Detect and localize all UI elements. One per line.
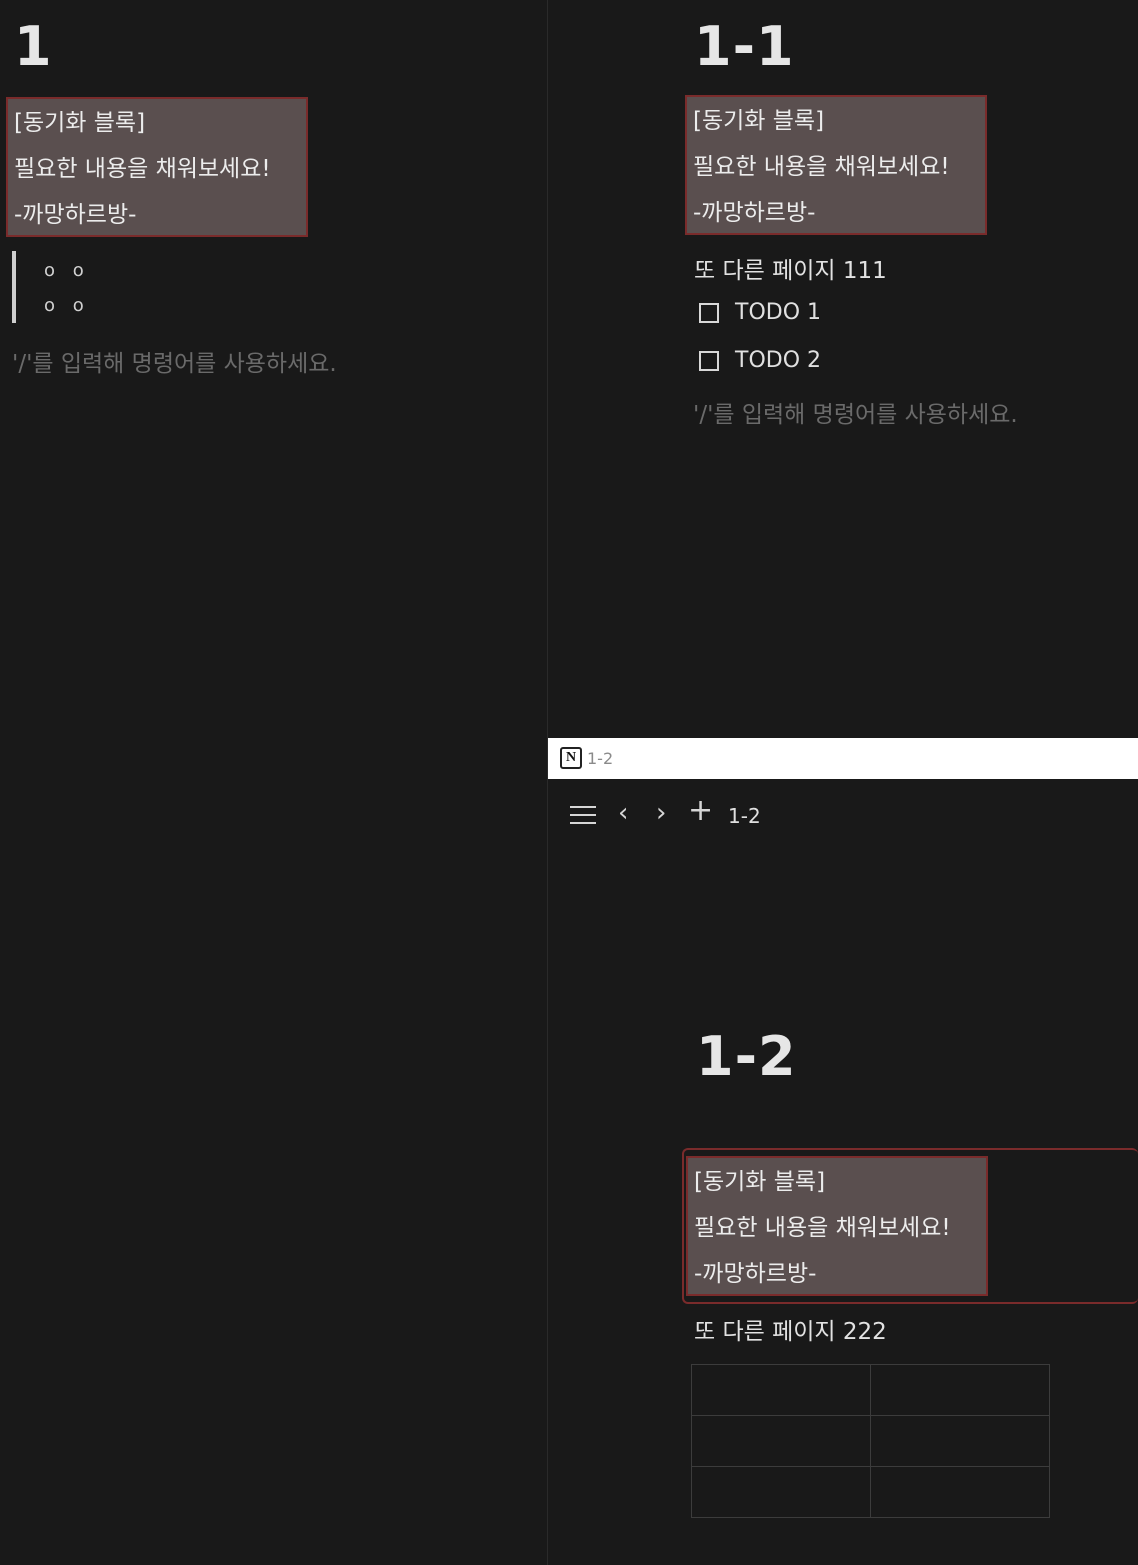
sync-block-line[interactable]: -까망하르방-	[694, 1254, 980, 1300]
checkbox[interactable]	[699, 302, 719, 323]
quote-text[interactable]: o o	[44, 262, 90, 280]
quote-bar	[12, 251, 16, 323]
checkbox[interactable]	[699, 350, 719, 371]
sync-block-line[interactable]: -까망하르방-	[693, 193, 979, 239]
todo-item[interactable]: TODO 1	[699, 300, 821, 325]
synced-block[interactable]: [동기화 블록] 필요한 내용을 채워보세요! -까망하르방-	[686, 1156, 988, 1296]
todo-label[interactable]: TODO 1	[735, 300, 821, 325]
plus-icon[interactable]: +	[688, 796, 713, 826]
sync-block-line[interactable]: [동기화 블록]	[693, 101, 979, 147]
command-placeholder[interactable]: '/'를 입력해 명령어를 사용하세요.	[12, 344, 337, 378]
window-titlebar[interactable]: N 1-2	[548, 738, 1138, 779]
chevron-left-icon[interactable]: ‹	[618, 800, 628, 826]
page-title[interactable]: 1	[14, 20, 53, 74]
chevron-right-icon[interactable]: ›	[656, 800, 666, 826]
breadcrumb[interactable]: 1-2	[728, 804, 761, 828]
table-cell[interactable]	[870, 1364, 1050, 1416]
synced-block[interactable]: [동기화 블록] 필요한 내용을 채워보세요! -까망하르방-	[6, 97, 308, 237]
sync-block-line[interactable]: [동기화 블록]	[14, 103, 300, 149]
notion-logo-icon: N	[560, 747, 582, 769]
table-cell[interactable]	[691, 1466, 871, 1518]
right-top-pane: 1-1 [동기화 블록] 필요한 내용을 채워보세요! -까망하르방- 또 다른…	[548, 0, 1138, 738]
sync-block-line[interactable]: [동기화 블록]	[694, 1162, 980, 1208]
simple-table[interactable]	[691, 1364, 1050, 1518]
todo-item[interactable]: TODO 2	[699, 348, 821, 373]
table-cell[interactable]	[870, 1466, 1050, 1518]
hamburger-menu-icon[interactable]	[570, 806, 596, 826]
right-bottom-pane: N 1-2 ‹ › + 1-2 1-2 [동기화 블록] 필요한 내용을 채워보…	[548, 738, 1138, 1565]
sync-block-line[interactable]: 필요한 내용을 채워보세요!	[694, 1208, 980, 1254]
table-row	[691, 1364, 1050, 1416]
command-placeholder[interactable]: '/'를 입력해 명령어를 사용하세요.	[693, 395, 1018, 429]
todo-label[interactable]: TODO 2	[735, 348, 821, 373]
synced-block[interactable]: [동기화 블록] 필요한 내용을 채워보세요! -까망하르방-	[685, 95, 987, 235]
left-pane: 1 [동기화 블록] 필요한 내용을 채워보세요! -까망하르방- o o o …	[0, 0, 547, 1565]
table-cell[interactable]	[691, 1364, 871, 1416]
sync-block-line[interactable]: -까망하르방-	[14, 195, 300, 241]
quote-text[interactable]: o o	[44, 297, 90, 315]
page-title[interactable]: 1-2	[696, 1030, 797, 1084]
text-block[interactable]: 또 다른 페이지 111	[694, 251, 887, 285]
table-row	[691, 1415, 1050, 1467]
sync-block-line[interactable]: 필요한 내용을 채워보세요!	[14, 149, 300, 195]
sync-block-line[interactable]: 필요한 내용을 채워보세요!	[693, 147, 979, 193]
text-block[interactable]: 또 다른 페이지 222	[694, 1312, 887, 1346]
window-title: 1-2	[587, 749, 614, 768]
table-row	[691, 1466, 1050, 1518]
toolbar: ‹ › + 1-2	[548, 788, 1138, 840]
table-cell[interactable]	[691, 1415, 871, 1467]
table-cell[interactable]	[870, 1415, 1050, 1467]
page-title[interactable]: 1-1	[694, 20, 795, 74]
